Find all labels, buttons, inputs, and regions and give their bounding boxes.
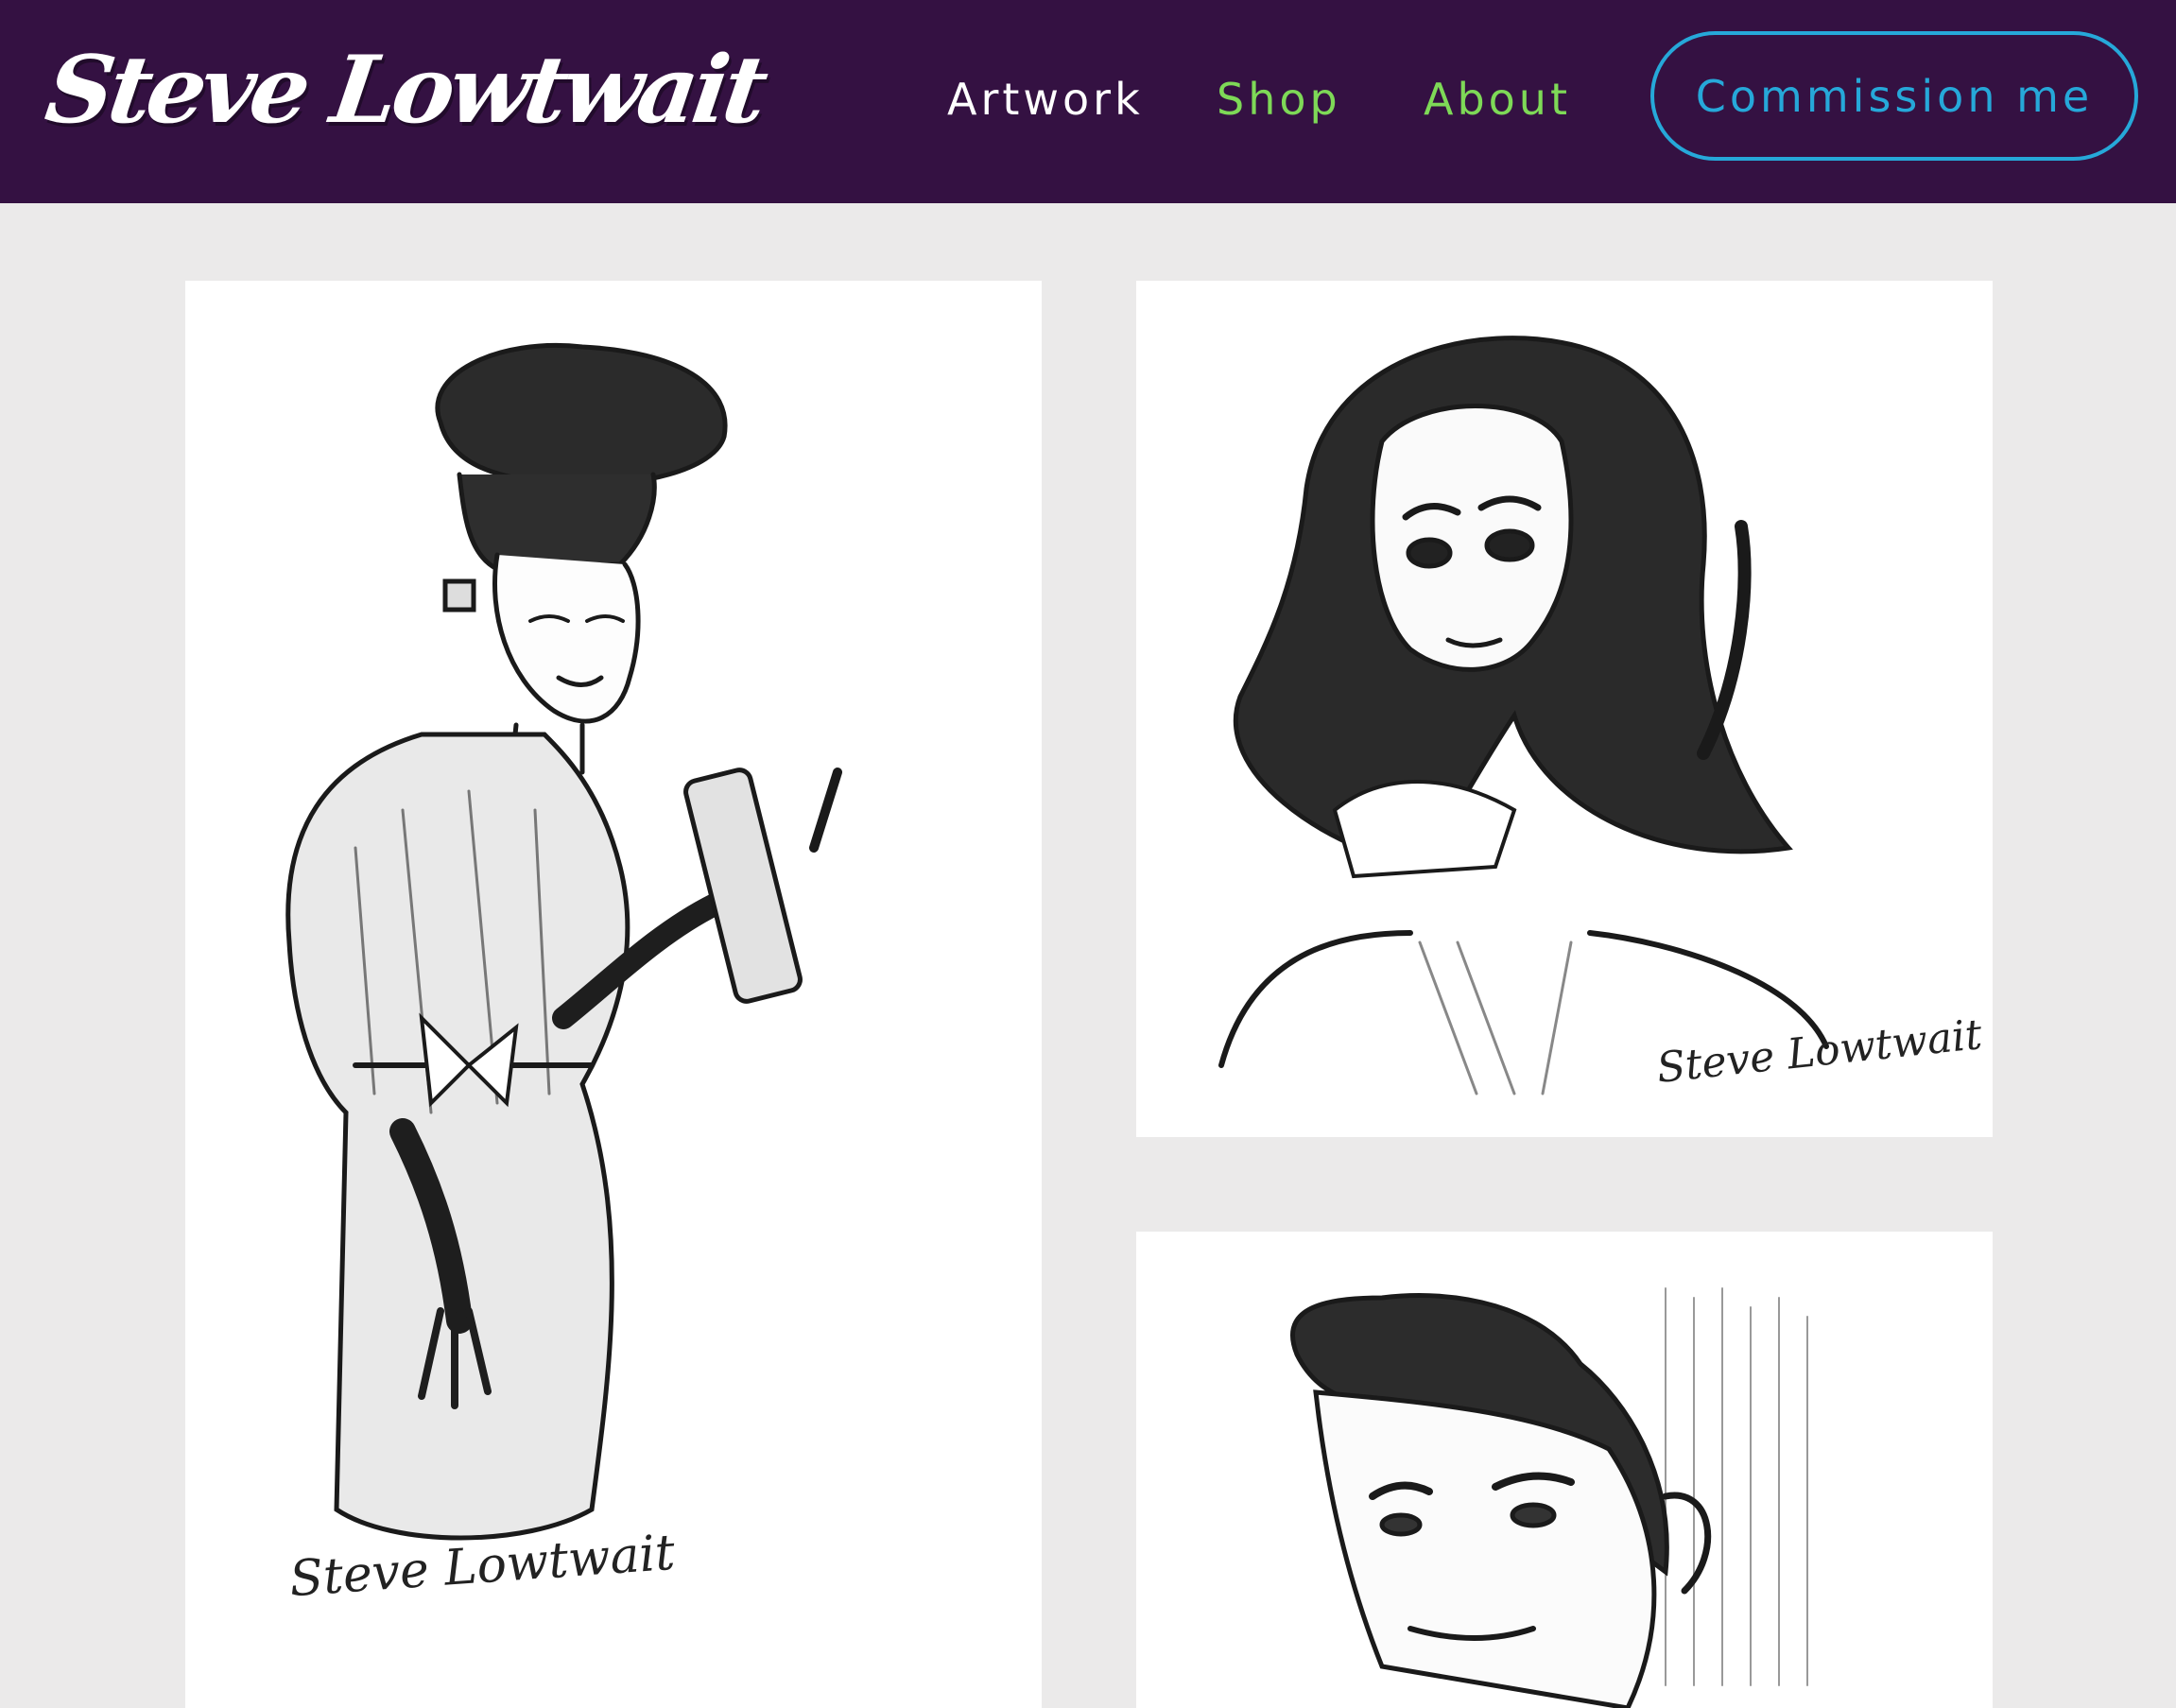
- retro-woman-sketch: [285, 343, 842, 1541]
- woman-portrait-sketch: [1218, 336, 1829, 1096]
- man-portrait-sketch: [1290, 1287, 1808, 1708]
- site-logo[interactable]: Steve Lowtwait: [39, 26, 769, 154]
- nav-link-about[interactable]: About: [1424, 66, 1571, 132]
- artwork-card-man-portrait[interactable]: [1136, 1232, 1993, 1708]
- artwork-card-retro-woman[interactable]: Steve Lowtwait: [185, 281, 1042, 1708]
- site-header: Steve Lowtwait Artwork Shop About Commis…: [0, 0, 2176, 203]
- nav-link-artwork[interactable]: Artwork: [947, 66, 1144, 132]
- artwork-card-woman-portrait[interactable]: Steve Lowtwait: [1136, 281, 1993, 1137]
- nav-link-shop[interactable]: Shop: [1217, 66, 1341, 132]
- commission-me-button[interactable]: Commission me: [1650, 31, 2138, 161]
